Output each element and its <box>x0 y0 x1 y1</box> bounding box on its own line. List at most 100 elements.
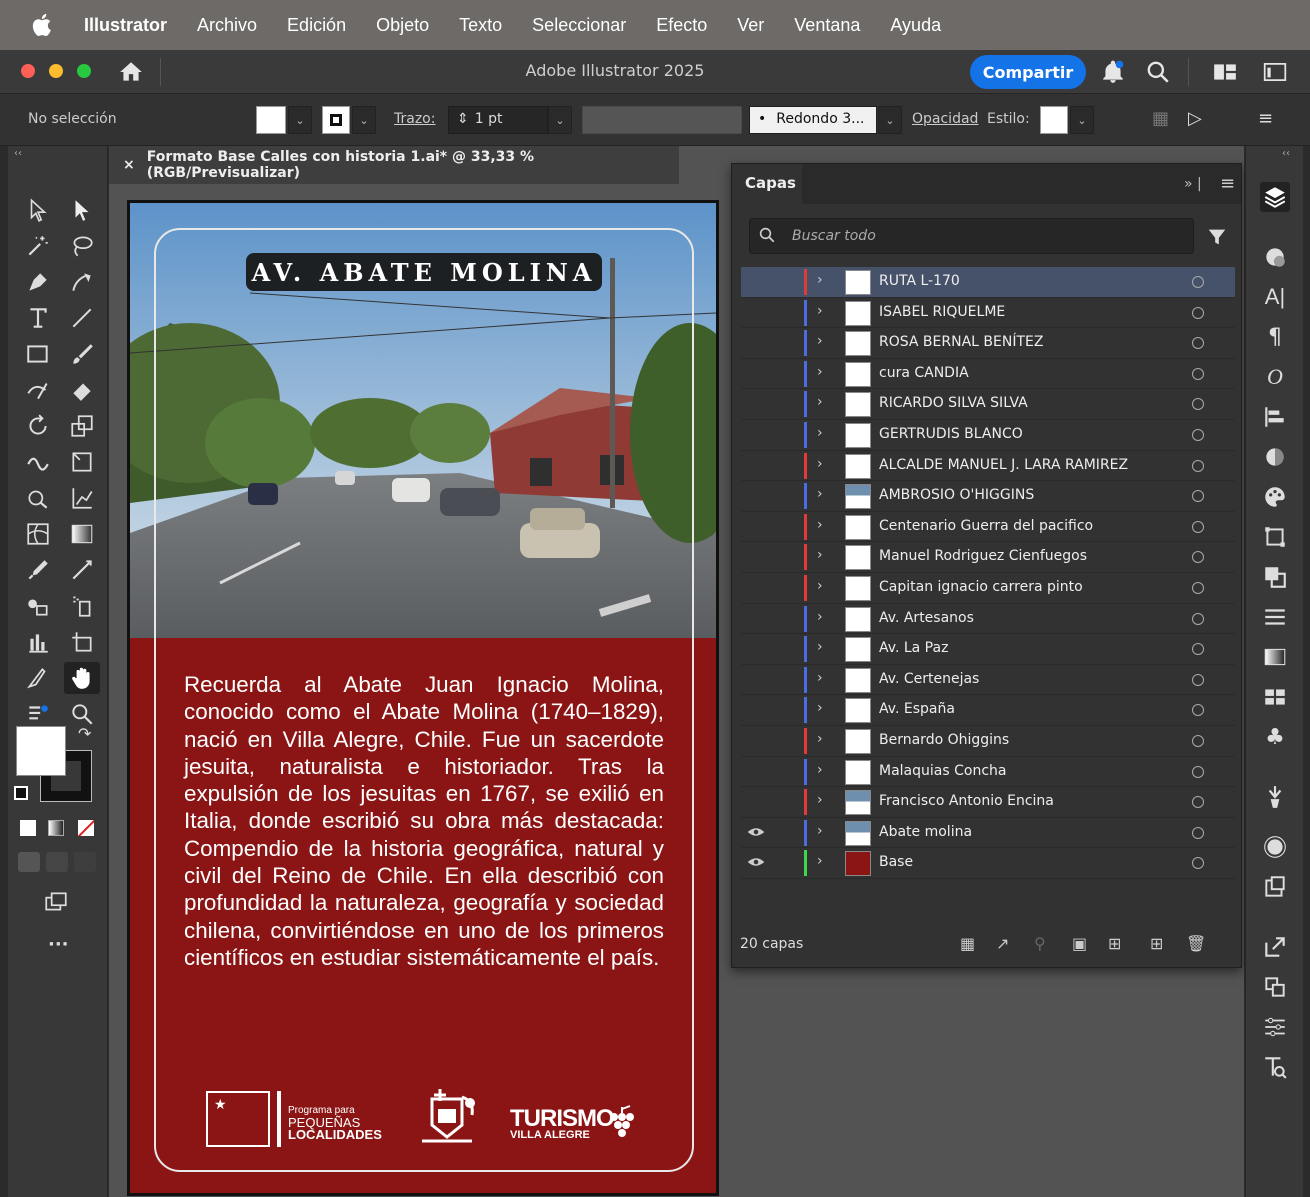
layer-row[interactable]: › Av. Certenejas <box>741 665 1235 696</box>
style-dropdown[interactable]: ⌄ <box>1070 106 1094 134</box>
layer-target-icon[interactable] <box>1192 735 1204 747</box>
lasso-icon[interactable] <box>64 230 100 262</box>
palette-dock-icon[interactable] <box>1260 482 1290 512</box>
panel-menu-icon[interactable]: ≡ <box>1220 173 1235 194</box>
line-tool-icon[interactable] <box>64 302 100 334</box>
stroke-swatch[interactable] <box>322 106 350 134</box>
color-mode-icon[interactable] <box>20 820 36 836</box>
menu-edicion[interactable]: Edición <box>287 15 346 36</box>
none-mode-icon[interactable] <box>78 820 94 836</box>
layer-row[interactable]: › RICARDO SILVA SILVA <box>741 389 1235 420</box>
layers-panel[interactable]: Capas » | ≡ Buscar todo › RUTA L-170 › ISAB… <box>731 163 1242 968</box>
expand-chevron-icon[interactable]: › <box>817 364 823 380</box>
layers-dock-icon[interactable] <box>1260 182 1290 212</box>
appearance-dock-icon[interactable] <box>1260 442 1290 472</box>
magic-wand-icon[interactable] <box>20 230 56 262</box>
layer-row[interactable]: › Base <box>741 848 1235 879</box>
menu-objeto[interactable]: Objeto <box>376 15 429 36</box>
stroke-weight-dropdown[interactable]: ⌄ <box>548 106 572 134</box>
direct-selection-tool-icon[interactable] <box>64 194 100 226</box>
shape-builder-tool-icon[interactable] <box>20 482 56 514</box>
fill-dropdown[interactable]: ⌄ <box>288 106 312 134</box>
symbol-sprayer-tool-icon[interactable] <box>64 590 100 622</box>
panel-layout-icon[interactable] <box>1262 59 1288 85</box>
expand-chevron-icon[interactable]: › <box>817 823 823 839</box>
tab-capas[interactable]: Capas <box>732 164 802 204</box>
layer-row[interactable]: › RUTA L-170 <box>741 267 1235 298</box>
layer-row[interactable]: › AMBROSIO O'HIGGINS <box>741 481 1235 512</box>
stroke-dock-icon[interactable] <box>1260 602 1290 632</box>
layer-row[interactable]: › Francisco Antonio Encina <box>741 787 1235 818</box>
gradient-dock-icon[interactable] <box>1260 642 1290 672</box>
eyedropper-tool-icon[interactable] <box>20 554 56 586</box>
symbols-dock-icon[interactable]: ♣ <box>1260 722 1290 752</box>
visibility-eye-icon[interactable] <box>747 825 765 839</box>
stroke-label[interactable]: Trazo: <box>394 111 435 127</box>
paragraph-dock-icon[interactable]: ¶ <box>1260 322 1290 352</box>
layer-target-icon[interactable] <box>1192 826 1204 839</box>
swap-colors-icon[interactable]: ↷ <box>78 724 91 743</box>
expand-chevron-icon[interactable]: › <box>817 394 823 410</box>
free-transform-tool-icon[interactable] <box>64 446 100 478</box>
gradient-tool-icon[interactable] <box>64 518 100 550</box>
selection-tool-icon[interactable] <box>20 194 56 226</box>
expand-panel-icon[interactable]: » | <box>1184 176 1202 192</box>
blend-tool-icon[interactable] <box>20 590 56 622</box>
stroke-weight-field[interactable]: ⇕ 1 pt <box>448 106 548 134</box>
layer-row[interactable]: › cura CANDIA <box>741 359 1235 390</box>
layer-target-icon[interactable] <box>1192 582 1204 594</box>
menu-archivo[interactable]: Archivo <box>197 15 257 36</box>
expand-chevron-icon[interactable]: › <box>817 731 823 747</box>
expand-chevron-icon[interactable]: › <box>817 456 823 472</box>
clipping-mask-icon[interactable]: ▣ <box>1072 934 1087 953</box>
brush-dropdown[interactable]: ⌄ <box>878 106 902 134</box>
slice-tool-icon[interactable] <box>20 662 56 694</box>
options-menu-icon[interactable]: ≡ <box>1258 108 1278 129</box>
expand-chevron-icon[interactable]: › <box>817 333 823 349</box>
layer-row[interactable]: › Bernardo Ohiggins <box>741 726 1235 757</box>
color-dock-icon[interactable] <box>1260 242 1290 272</box>
expand-chevron-icon[interactable]: › <box>817 303 823 319</box>
expand-chevron-icon[interactable]: › <box>817 486 823 502</box>
draw-inside-icon[interactable] <box>74 852 96 872</box>
export-dock-icon[interactable] <box>1260 932 1290 962</box>
asset-export-dock-icon[interactable] <box>1260 972 1290 1002</box>
layer-row[interactable]: › Centenario Guerra del pacifico <box>741 512 1235 543</box>
layer-target-icon[interactable] <box>1192 276 1204 288</box>
menu-ayuda[interactable]: Ayuda <box>890 15 941 36</box>
delete-layer-icon[interactable]: 🗑 <box>1186 934 1206 953</box>
artboards-dock-icon[interactable] <box>1260 872 1290 902</box>
mesh-tool-icon[interactable] <box>20 518 56 550</box>
column-graph-tool-icon[interactable] <box>20 626 56 658</box>
fill-color-swatch[interactable] <box>16 726 66 776</box>
layer-row[interactable]: › Capitan ignacio carrera pinto <box>741 573 1235 604</box>
style-swatch[interactable] <box>1040 106 1068 134</box>
menu-ventana[interactable]: Ventana <box>794 15 860 36</box>
layer-target-icon[interactable] <box>1192 367 1204 380</box>
layer-target-icon[interactable] <box>1192 857 1204 870</box>
collapse-icon[interactable]: ‹‹ <box>14 148 22 159</box>
rotate-tool-icon[interactable] <box>20 410 56 442</box>
document-tab[interactable]: × Formato Base Calles con historia 1.ai*… <box>109 146 679 184</box>
layer-target-icon[interactable] <box>1192 337 1204 350</box>
expand-chevron-icon[interactable]: › <box>817 517 823 533</box>
align-icon[interactable]: ▦ <box>1152 108 1172 129</box>
expand-chevron-icon[interactable]: › <box>817 609 823 625</box>
expand-chevron-icon[interactable]: › <box>817 425 823 441</box>
expand-chevron-icon[interactable]: › <box>817 792 823 808</box>
transform-dock-icon[interactable] <box>1260 522 1290 552</box>
paintbrush-tool-icon[interactable] <box>64 338 100 370</box>
layer-row[interactable]: › Abate molina <box>741 818 1235 849</box>
swatches-dock-icon[interactable] <box>1260 682 1290 712</box>
visibility-eye-icon[interactable] <box>747 855 765 869</box>
brush-field[interactable]: • Redondo 3... <box>749 106 877 134</box>
layer-target-icon[interactable] <box>1192 704 1204 717</box>
transform-icon[interactable]: ▷ <box>1188 108 1212 129</box>
pathfinder-dock-icon[interactable] <box>1260 562 1290 592</box>
layer-target-icon[interactable] <box>1192 612 1204 625</box>
layer-target-icon[interactable] <box>1192 306 1204 319</box>
draw-normal-icon[interactable] <box>18 852 40 872</box>
workspace-icon[interactable] <box>1212 59 1238 85</box>
fill-swatch[interactable] <box>256 106 286 134</box>
apple-icon[interactable] <box>30 12 56 38</box>
